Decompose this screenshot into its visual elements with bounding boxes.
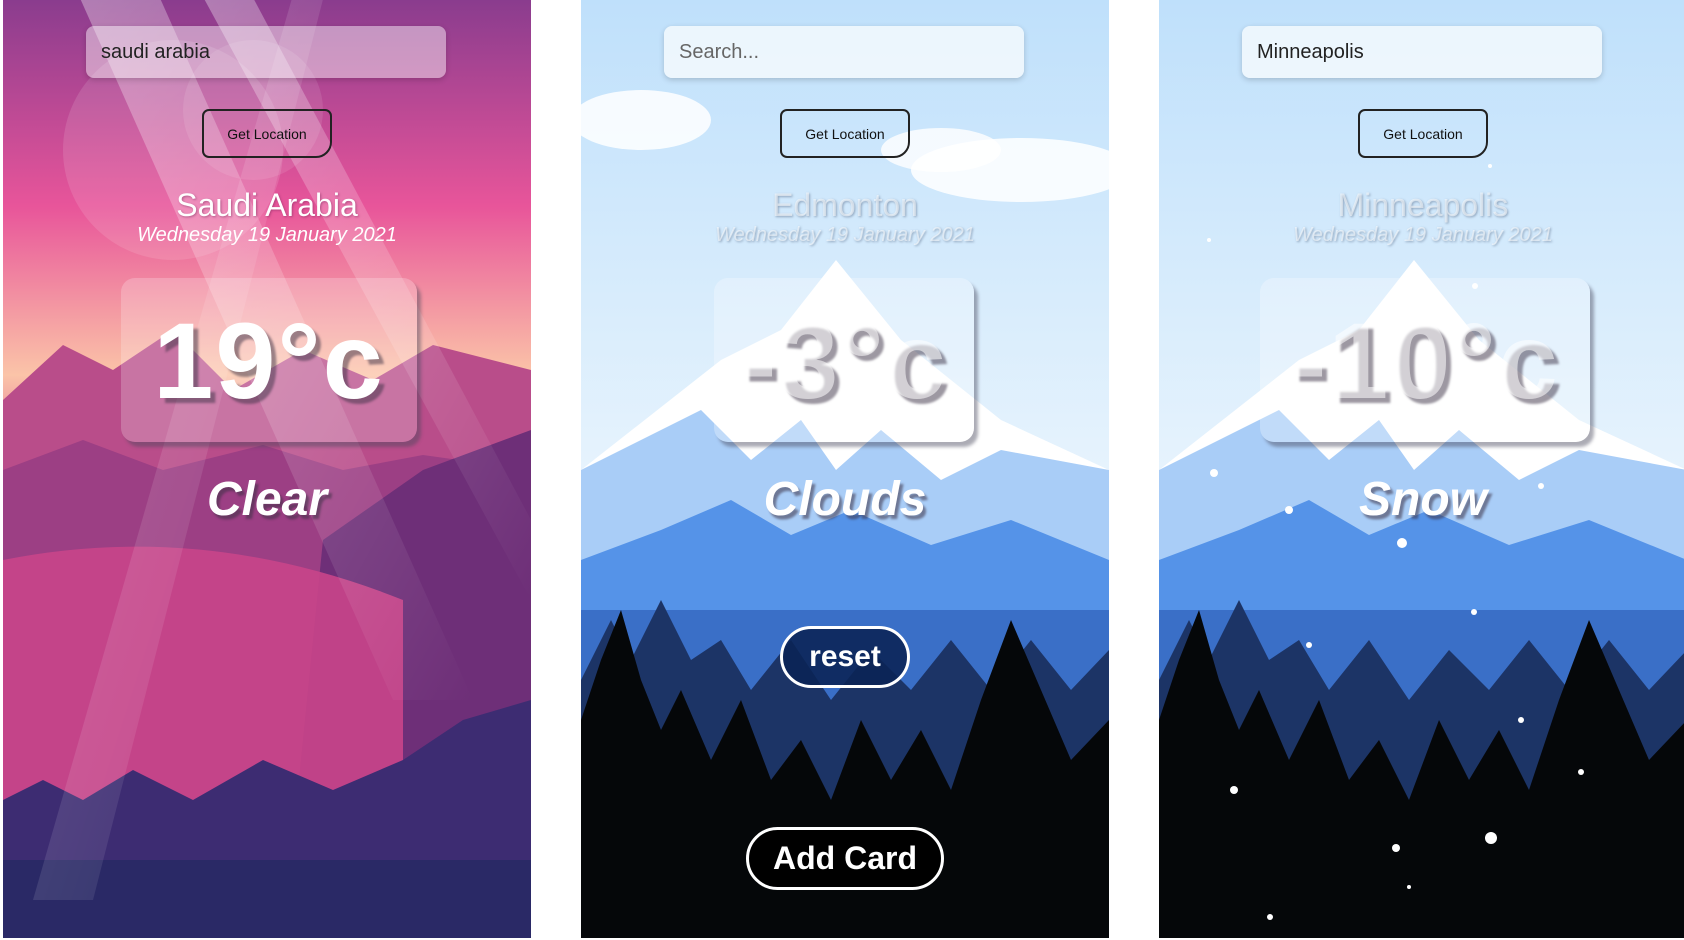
date-label: Wednesday 19 January 2021 [1293, 224, 1553, 246]
city-name: Minneapolis [1337, 187, 1509, 223]
temperature-value: -10°c [1290, 299, 1560, 421]
city-name: Edmonton [772, 187, 918, 223]
reset-button[interactable]: reset [780, 626, 910, 688]
weather-card-edmonton: Get Location Edmonton Wednesday 19 Janua… [581, 0, 1109, 938]
city-search-input[interactable] [664, 26, 1024, 78]
get-location-button[interactable]: Get Location [780, 109, 910, 158]
add-card-button[interactable]: Add Card [746, 827, 944, 890]
date-label: Wednesday 19 January 2021 [715, 224, 975, 246]
weather-card-minneapolis: Get Location Minneapolis Wednesday 19 Ja… [1159, 0, 1684, 938]
weather-condition: Snow [1359, 473, 1487, 526]
temperature-value: -3°c [740, 299, 948, 421]
get-location-button[interactable]: Get Location [1358, 109, 1488, 158]
temperature-box: -3°c [714, 278, 974, 442]
weather-condition: Clouds [763, 473, 927, 526]
city-search-input[interactable] [86, 26, 446, 78]
temperature-box: 19°c [121, 278, 417, 442]
get-location-button[interactable]: Get Location [202, 109, 332, 158]
weather-card-saudi-arabia: Get Location Saudi Arabia Wednesday 19 J… [3, 0, 531, 938]
temperature-value: 19°c [153, 299, 385, 421]
weather-condition: Clear [206, 473, 328, 526]
city-search-input[interactable] [1242, 26, 1602, 78]
city-name: Saudi Arabia [176, 187, 358, 223]
temperature-box: -10°c [1260, 278, 1590, 442]
date-label: Wednesday 19 January 2021 [137, 224, 397, 246]
